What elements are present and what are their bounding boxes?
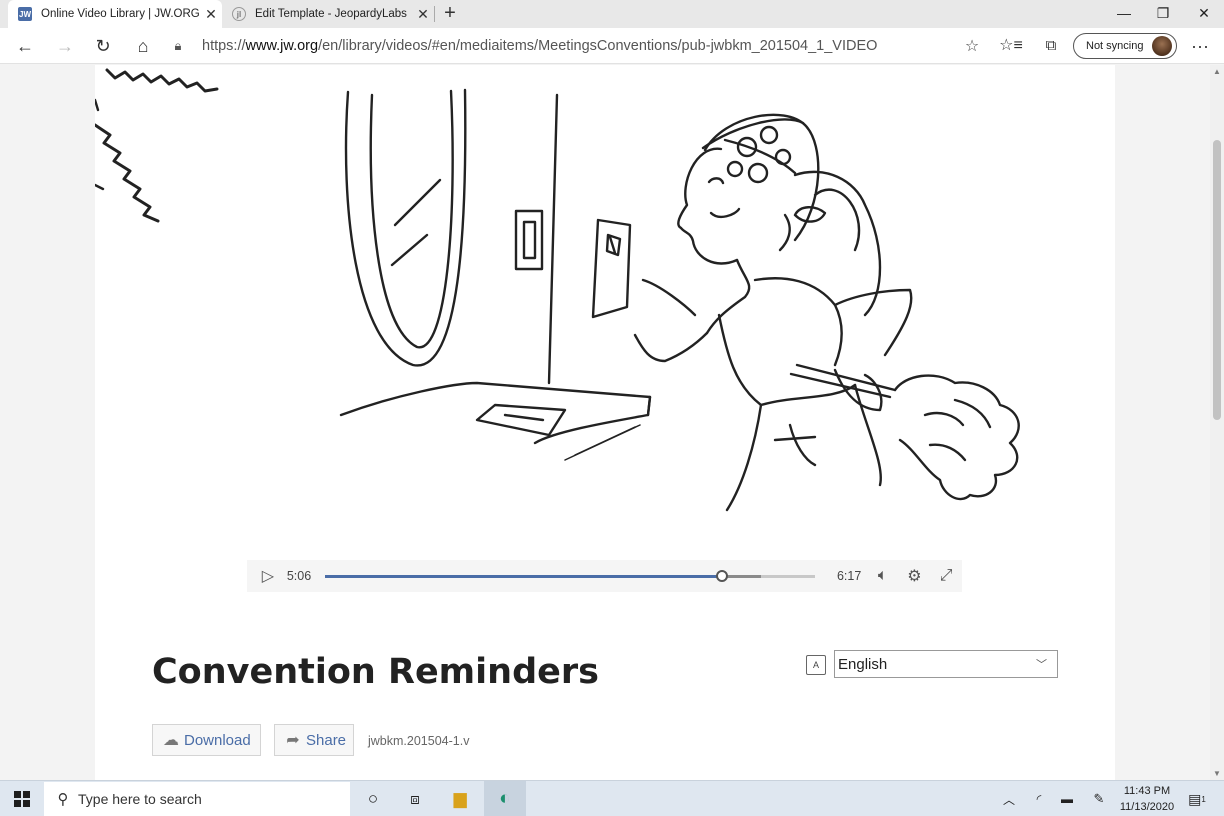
system-clock[interactable]: 11:43 PM 11/13/2020: [1117, 783, 1177, 815]
url-path: /en/library/videos/#en/mediaitems/Meetin…: [318, 38, 878, 54]
wifi-icon[interactable]: ◜: [1028, 781, 1050, 816]
chevron-down-icon: ﹀: [1036, 659, 1047, 671]
search-icon: ⚲: [57, 791, 69, 808]
edge-browser-icon[interactable]: ◐: [484, 781, 526, 816]
file-explorer-icon[interactable]: ▆: [444, 781, 476, 816]
forward-icon[interactable]: →: [51, 32, 79, 60]
gear-icon[interactable]: ⚙: [899, 566, 931, 586]
restore-icon[interactable]: ❐: [1143, 0, 1183, 28]
notifications-icon[interactable]: ▤ 1: [1182, 781, 1212, 816]
back-icon[interactable]: ←: [11, 32, 39, 60]
pen-icon[interactable]: ✎: [1088, 781, 1110, 816]
play-icon[interactable]: ▷: [257, 566, 279, 586]
address-bar[interactable]: 🔒︎ https://www.jw.org/en/library/videos/…: [166, 32, 986, 60]
taskbar: ⚲ Type here to search ○ ⧈ ▆ ◐ ︿ ◜ ▬ ✎ 11…: [0, 780, 1224, 816]
seek-handle[interactable]: [715, 569, 728, 582]
scroll-up-icon[interactable]: ▲: [1210, 67, 1224, 76]
tab-jeopardylabs[interactable]: jl Edit Template - JeopardyLabs ✕: [222, 0, 434, 28]
video-controls: ▷ 5:06 6:17 🔈︎ ⚙ ⤢: [247, 560, 962, 592]
close-window-icon[interactable]: ✕: [1184, 0, 1224, 28]
web-page: ▷ 5:06 6:17 🔈︎ ⚙ ⤢ Convention Reminders …: [0, 65, 1210, 780]
duration: 6:17: [836, 569, 862, 583]
search-placeholder: Type here to search: [78, 791, 202, 807]
chevron-up-icon[interactable]: ︿: [998, 781, 1020, 816]
task-view-icon[interactable]: ⧈: [400, 781, 430, 816]
language-value: English: [838, 655, 888, 673]
avatar: [1152, 36, 1172, 56]
profile-label: Not syncing: [1086, 40, 1144, 52]
notification-count: 1: [1201, 794, 1206, 804]
cortana-icon[interactable]: ○: [358, 781, 388, 816]
minimize-icon[interactable]: —: [1104, 0, 1144, 28]
current-time: 5:06: [286, 569, 312, 583]
download-button[interactable]: ☁ Download: [152, 724, 261, 756]
refresh-icon[interactable]: ↻: [89, 32, 117, 60]
tab-title: Online Video Library | JW.ORG Vi: [41, 8, 200, 20]
more-icon[interactable]: ···: [1186, 32, 1214, 60]
video-player[interactable]: ▷ 5:06 6:17 🔈︎ ⚙ ⤢: [95, 65, 1115, 600]
page-title: Convention Reminders: [152, 652, 599, 692]
tab-divider: [434, 6, 435, 22]
download-label: Download: [184, 731, 251, 749]
share-button[interactable]: ➦ Share: [274, 724, 354, 756]
download-cloud-icon: ☁: [163, 732, 179, 749]
video-frame-illustration: [95, 68, 1020, 512]
favorite-star-icon[interactable]: ☆: [958, 36, 986, 56]
jeopardylabs-favicon-icon: jl: [232, 7, 246, 21]
fullscreen-icon[interactable]: ⤢: [930, 567, 962, 585]
close-tab-icon[interactable]: ✕: [200, 6, 222, 23]
profile-button[interactable]: Not syncing: [1073, 33, 1177, 59]
address-url[interactable]: https://www.jw.org/en/library/videos/#en…: [202, 38, 958, 54]
url-prefix: https://: [202, 38, 246, 54]
page-scrollbar[interactable]: ▲ ▼: [1210, 65, 1224, 780]
scrollbar-thumb[interactable]: [1213, 140, 1221, 420]
windows-start-icon[interactable]: [14, 791, 30, 807]
share-label: Share: [306, 731, 347, 749]
battery-icon[interactable]: ▬: [1056, 781, 1078, 816]
volume-icon[interactable]: 🔈︎: [867, 567, 899, 585]
taskbar-search[interactable]: ⚲ Type here to search: [44, 782, 350, 816]
jw-favicon-icon: JW: [18, 7, 32, 21]
progress-bar: [324, 574, 722, 578]
publication-code: jwbkm.201504-1.v: [368, 734, 470, 748]
lock-icon[interactable]: 🔒︎: [166, 38, 190, 54]
tab-jw-video-library[interactable]: JW Online Video Library | JW.ORG Vi ✕: [8, 0, 222, 28]
new-tab-icon[interactable]: +: [440, 2, 460, 26]
home-icon[interactable]: ⌂: [129, 32, 157, 60]
seek-bar[interactable]: [324, 569, 815, 582]
close-tab-icon[interactable]: ✕: [412, 6, 434, 23]
language-icon: A: [806, 655, 826, 675]
share-icon: ➦: [286, 732, 300, 749]
video-details: Convention Reminders A English ﹀ ☁ Downl…: [95, 600, 1115, 780]
clock-date: 11/13/2020: [1119, 801, 1175, 813]
tab-title: Edit Template - JeopardyLabs: [255, 8, 407, 20]
url-domain: www.jw.org: [245, 38, 319, 54]
browser-toolbar: ← → ↻ ⌂ 🔒︎ https://www.jw.org/en/library…: [0, 28, 1224, 64]
language-select[interactable]: English ﹀: [834, 650, 1058, 678]
tab-strip: JW Online Video Library | JW.ORG Vi ✕ jl…: [0, 0, 1224, 28]
scroll-down-icon[interactable]: ▼: [1210, 769, 1224, 778]
collections-icon[interactable]: ⧉: [1037, 32, 1065, 60]
clock-time: 11:43 PM: [1123, 785, 1171, 797]
favorites-list-icon[interactable]: ☆≡: [997, 32, 1025, 60]
